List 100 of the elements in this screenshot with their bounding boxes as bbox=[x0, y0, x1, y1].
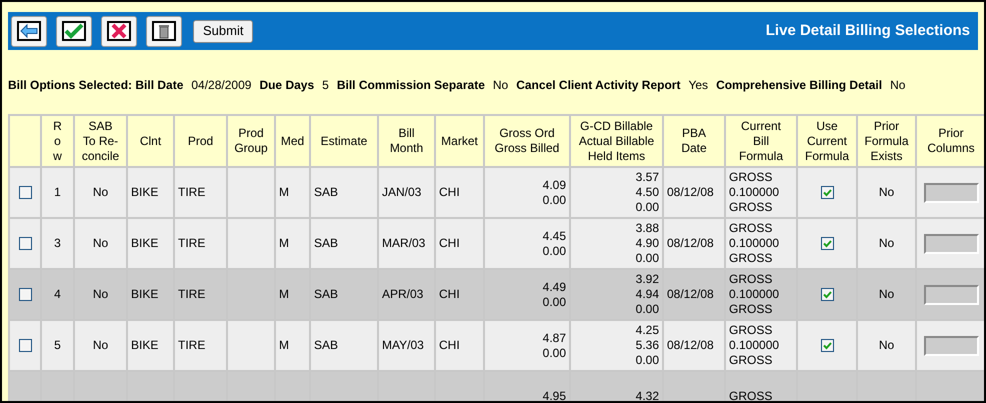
table-cell: CHI bbox=[439, 287, 460, 301]
table-cell-text: 0.100000 bbox=[729, 287, 780, 302]
table-cell: CHI bbox=[439, 338, 460, 352]
table-cell-text: 0.00 bbox=[542, 346, 566, 360]
accept-button[interactable] bbox=[56, 16, 92, 46]
option-value: 5 bbox=[322, 77, 329, 94]
table-cell: JAN/03 bbox=[382, 185, 422, 199]
column-header: PBA Date bbox=[681, 126, 707, 155]
column-header: SAB To Re- concile bbox=[82, 118, 120, 162]
table-cell-text: 0.100000 bbox=[729, 185, 780, 200]
column-header: Market bbox=[441, 134, 478, 148]
table-cell-text: 4.32 bbox=[634, 389, 659, 401]
table-cell: BIKE bbox=[131, 185, 158, 199]
table-cell-text: 4.95 bbox=[542, 389, 566, 401]
table-cell-text: GROSS bbox=[729, 272, 774, 287]
option-label: Cancel Client Activity Report bbox=[516, 77, 680, 94]
table-cell: BIKE bbox=[131, 236, 158, 250]
table-cell: M bbox=[279, 338, 289, 352]
table-cell-text: GROSS bbox=[729, 302, 774, 317]
row-checkbox[interactable] bbox=[18, 237, 32, 250]
table-cell-text: GROSS bbox=[729, 389, 774, 401]
table-cell: SAB bbox=[314, 185, 338, 199]
table-cell: BIKE bbox=[131, 338, 158, 352]
table-cell: 08/12/08 bbox=[667, 236, 714, 250]
table-cell-text: 3.92 bbox=[634, 272, 659, 287]
table-cell-text: 4.25 bbox=[634, 323, 659, 338]
table-cell: M bbox=[279, 236, 289, 250]
table-cell: M bbox=[279, 185, 289, 199]
table-cell: No bbox=[878, 338, 894, 352]
row-checkbox[interactable] bbox=[18, 339, 32, 352]
table-cell: SAB bbox=[314, 236, 338, 250]
table-cell: No bbox=[878, 185, 894, 199]
table-cell: 1 bbox=[54, 185, 61, 199]
table-cell-text: 0.00 bbox=[542, 294, 566, 310]
prior-columns-field[interactable] bbox=[924, 336, 978, 356]
table-cell-text: 0.00 bbox=[634, 302, 659, 317]
option-label: Bill Options Selected: Bill Date bbox=[8, 77, 184, 94]
table-cell: 08/12/08 bbox=[667, 338, 714, 352]
option-value: No bbox=[492, 77, 508, 94]
table-cell-text: 0.00 bbox=[634, 353, 659, 368]
prior-columns-field[interactable] bbox=[924, 182, 978, 202]
table-cell: No bbox=[92, 236, 108, 250]
option-label: Comprehensive Billing Detail bbox=[716, 77, 882, 94]
use-formula-checkbox[interactable] bbox=[820, 288, 834, 302]
column-header: G-CD Billable Actual Billable Held Items bbox=[578, 118, 654, 162]
table-cell-text: 4.50 bbox=[634, 185, 659, 200]
table-cell: TIRE bbox=[178, 236, 206, 250]
delete-button[interactable] bbox=[146, 16, 182, 46]
submit-button[interactable]: Submit bbox=[193, 20, 254, 42]
table-cell-text: 4.45 bbox=[542, 228, 566, 244]
column-header: Current Bill Formula bbox=[738, 118, 783, 162]
table-cell: No bbox=[92, 287, 108, 301]
table-cell: MAY/03 bbox=[382, 338, 424, 352]
column-header: Gross Ord Gross Billed bbox=[494, 126, 560, 155]
back-button[interactable] bbox=[11, 16, 47, 46]
column-header: Estimate bbox=[320, 134, 368, 148]
table-cell: TIRE bbox=[178, 287, 206, 301]
prior-columns-field[interactable] bbox=[924, 284, 978, 304]
column-header: Prod bbox=[188, 134, 214, 148]
option-value: No bbox=[890, 77, 906, 94]
prior-columns-field[interactable] bbox=[924, 234, 978, 254]
table-cell: 4 bbox=[54, 287, 61, 301]
row-checkbox[interactable] bbox=[18, 186, 32, 200]
table-cell-text: 5.36 bbox=[634, 338, 659, 353]
column-header: Prod Group bbox=[234, 126, 268, 155]
table-cell-text: 0.00 bbox=[542, 192, 566, 208]
use-formula-checkbox[interactable] bbox=[820, 339, 834, 352]
table-cell: M bbox=[279, 287, 289, 301]
table-cell-text: 3.88 bbox=[634, 221, 659, 236]
table-cell-text: 4.87 bbox=[542, 330, 566, 346]
table-cell-text: GROSS bbox=[729, 251, 774, 266]
table-cell: BIKE bbox=[131, 287, 158, 301]
close-icon bbox=[107, 21, 131, 41]
use-formula-checkbox[interactable] bbox=[820, 186, 834, 200]
table-cell: 08/12/08 bbox=[667, 185, 714, 199]
row-checkbox[interactable] bbox=[18, 288, 32, 302]
table-cell-text: 4.09 bbox=[542, 178, 566, 192]
table-cell-text: 0.00 bbox=[542, 244, 566, 258]
column-header: Prior Formula Exists bbox=[864, 118, 908, 162]
table-cell-text: 4.49 bbox=[542, 280, 566, 294]
table-cell: 5 bbox=[54, 338, 61, 352]
table-cell-text: GROSS bbox=[729, 353, 774, 368]
table-cell-text: GROSS bbox=[729, 170, 774, 185]
cancel-button[interactable] bbox=[101, 16, 137, 46]
column-header: Prior Columns bbox=[927, 126, 975, 155]
table-cell: 08/12/08 bbox=[667, 287, 714, 301]
table-cell: SAB bbox=[314, 338, 338, 352]
table-cell-text: 4.94 bbox=[634, 287, 659, 302]
table-cell-text: 0.100000 bbox=[729, 338, 780, 353]
column-header: Med bbox=[280, 134, 304, 148]
option-value: 04/28/2009 bbox=[191, 77, 252, 94]
option-value: Yes bbox=[688, 77, 708, 94]
option-label: Bill Commission Separate bbox=[336, 77, 485, 94]
use-formula-checkbox[interactable] bbox=[820, 237, 834, 250]
table-cell-text: 0.100000 bbox=[729, 236, 780, 251]
table-cell: TIRE bbox=[178, 185, 206, 199]
page-title: Live Detail Billing Selections bbox=[766, 20, 970, 41]
table-cell-text: GROSS bbox=[729, 200, 774, 215]
back-arrow-icon bbox=[17, 21, 41, 41]
table-cell: APR/03 bbox=[382, 287, 424, 301]
